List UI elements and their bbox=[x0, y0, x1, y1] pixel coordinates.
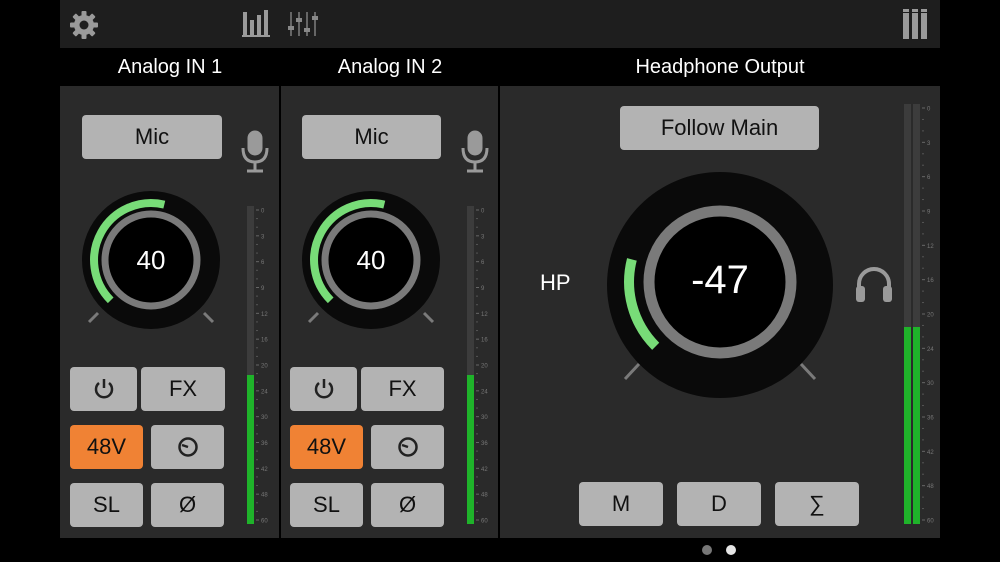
scale-label: 48 bbox=[261, 493, 268, 499]
phantom-power-button-2[interactable]: 48V bbox=[290, 425, 363, 469]
input-type-button-1[interactable]: Mic bbox=[82, 115, 222, 159]
follow-main-button[interactable]: Follow Main bbox=[620, 106, 819, 150]
scale-label: 60 bbox=[927, 519, 934, 525]
dim-button[interactable]: D bbox=[677, 482, 761, 526]
scale-label: 30 bbox=[927, 381, 934, 387]
input-type-button-2[interactable]: Mic bbox=[302, 115, 441, 159]
headphones-icon bbox=[854, 264, 894, 304]
top-toolbar bbox=[60, 0, 940, 48]
meter-scale-2: 0369121620243036424860 bbox=[476, 209, 488, 525]
scale-label: 12 bbox=[261, 312, 268, 318]
level-meter-2 bbox=[467, 206, 474, 524]
scale-label: 36 bbox=[261, 441, 268, 447]
page-dot-1[interactable] bbox=[702, 545, 712, 555]
sl-button-1[interactable]: SL bbox=[70, 483, 143, 527]
meter-scale-headphone: 0369121620243036424860 bbox=[922, 107, 934, 525]
scale-label: 20 bbox=[261, 364, 268, 370]
scale-label: 9 bbox=[261, 286, 265, 292]
scale-label: 24 bbox=[927, 347, 934, 353]
clock-button-2[interactable] bbox=[371, 425, 444, 469]
scale-label: 6 bbox=[481, 260, 485, 266]
scale-label: 36 bbox=[481, 441, 488, 447]
headphone-title: Headphone Output bbox=[635, 56, 805, 78]
scale-label: 42 bbox=[481, 467, 488, 473]
scale-label: 0 bbox=[927, 107, 931, 113]
power-icon bbox=[94, 379, 113, 399]
scale-label: 9 bbox=[481, 286, 485, 292]
scale-label: 30 bbox=[481, 415, 488, 421]
channel-1-title: Analog IN 1 bbox=[117, 56, 223, 78]
headphone-level-value: -47 bbox=[691, 258, 749, 302]
scale-label: 9 bbox=[927, 210, 931, 216]
clock-icon bbox=[397, 437, 418, 457]
power-button-1[interactable] bbox=[70, 367, 137, 411]
scale-label: 16 bbox=[481, 338, 488, 344]
fx-button-2[interactable]: FX bbox=[361, 367, 444, 411]
gain-value-1: 40 bbox=[136, 245, 166, 275]
scale-label: 42 bbox=[261, 467, 268, 473]
page-dot-2[interactable] bbox=[726, 545, 736, 555]
scale-label: 12 bbox=[481, 312, 488, 318]
headphone-meter-left bbox=[904, 104, 911, 524]
scale-label: 0 bbox=[481, 209, 485, 215]
phantom-power-button-1[interactable]: 48V bbox=[70, 425, 143, 469]
clock-icon bbox=[177, 437, 198, 457]
level-meter-1 bbox=[247, 206, 254, 524]
channel-2-title: Analog IN 2 bbox=[337, 56, 443, 78]
scale-label: 30 bbox=[261, 415, 268, 421]
scale-label: 48 bbox=[481, 493, 488, 499]
microphone-icon bbox=[240, 130, 270, 174]
scale-label: 16 bbox=[261, 338, 268, 344]
microphone-icon bbox=[460, 130, 490, 174]
sl-button-2[interactable]: SL bbox=[290, 483, 363, 527]
sum-button[interactable]: ∑ bbox=[775, 482, 859, 526]
scale-label: 3 bbox=[927, 141, 931, 147]
scale-label: 0 bbox=[261, 209, 265, 215]
fx-button-1[interactable]: FX bbox=[141, 367, 225, 411]
hp-label: HP bbox=[540, 270, 571, 295]
scale-label: 42 bbox=[927, 450, 934, 456]
scale-label: 16 bbox=[927, 278, 934, 284]
scale-label: 6 bbox=[927, 175, 931, 181]
scale-label: 24 bbox=[261, 389, 268, 395]
scale-label: 60 bbox=[261, 519, 268, 525]
scale-label: 6 bbox=[261, 260, 265, 266]
phase-button-2[interactable]: Ø bbox=[371, 483, 444, 527]
scale-label: 20 bbox=[927, 313, 934, 319]
scale-label: 3 bbox=[481, 234, 485, 240]
gear-icon[interactable] bbox=[68, 9, 100, 41]
scale-label: 12 bbox=[927, 244, 934, 250]
power-icon bbox=[314, 379, 333, 399]
scale-label: 60 bbox=[481, 519, 488, 525]
meter-scale-1: 0369121620243036424860 bbox=[256, 209, 268, 525]
gain-value-2: 40 bbox=[356, 245, 386, 275]
fader-icon[interactable] bbox=[288, 10, 320, 38]
scale-label: 20 bbox=[481, 364, 488, 370]
phase-button-1[interactable]: Ø bbox=[151, 483, 224, 527]
scale-label: 36 bbox=[927, 416, 934, 422]
device-grid-icon[interactable] bbox=[903, 9, 927, 39]
scale-label: 3 bbox=[261, 234, 265, 240]
clock-button-1[interactable] bbox=[151, 425, 224, 469]
scale-label: 24 bbox=[481, 389, 488, 395]
mute-button[interactable]: M bbox=[579, 482, 663, 526]
scale-label: 48 bbox=[927, 484, 934, 490]
power-button-2[interactable] bbox=[290, 367, 357, 411]
headphone-meter-right bbox=[913, 104, 920, 524]
bar-meter-icon[interactable] bbox=[242, 10, 272, 38]
